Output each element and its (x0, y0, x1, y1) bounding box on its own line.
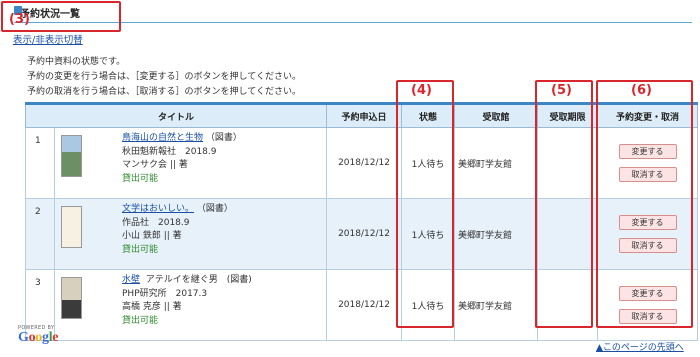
annotation-label-3: (3) (9, 12, 30, 27)
availability-label: 貸出可能 (122, 315, 159, 326)
pickup-library: 美郷町学友館 (454, 269, 539, 341)
author-line: 高橋 克彦 || 著 (122, 302, 182, 312)
book-cell: 文学はおいしい。 （図書） 作品社 2018.9 小山 鉄郎 || 著 貸出可能 (53, 198, 328, 270)
request-date: 2018/12/12 (326, 198, 403, 270)
book-title-link[interactable]: 文学はおいしい。 (122, 204, 194, 214)
book-title-link[interactable]: 水壁 (122, 275, 140, 285)
intro-text: 予約中資料の状態です。 予約の変更を行う場合は、［変更する］のボタンを押してくだ… (27, 55, 301, 100)
annotation-box-4 (396, 80, 454, 328)
book-cell: 鳥海山の自然と生物 （図書） 秋田魁新報社 2018.9 マンサク会 || 著 … (53, 127, 328, 199)
pickup-library: 美郷町学友館 (454, 127, 539, 199)
publisher-line: 秋田魁新報社 2018.9 (122, 146, 217, 157)
header-date: 予約申込日 (326, 102, 403, 128)
pickup-library: 美郷町学友館 (454, 198, 539, 270)
availability-label: 貸出可能 (122, 244, 159, 255)
book-subtitle: アテルイを継ぐ男 (図書) (145, 275, 252, 285)
google-logo: POWERED BY Google (18, 325, 59, 345)
annotation-label-5: (5) (551, 83, 572, 98)
book-title-link[interactable]: 鳥海山の自然と生物 (122, 133, 203, 143)
intro-line: 予約の変更を行う場合は、［変更する］のボタンを押してください。 (27, 72, 301, 82)
publisher-line: PHP研究所 2017.3 (122, 288, 208, 299)
author-line: 小山 鉄郎 || 著 (122, 231, 182, 241)
book-cell: 水壁 アテルイを継ぐ男 (図書) PHP研究所 2017.3 高橋 克彦 || … (53, 269, 328, 341)
row-number: 2 (25, 198, 55, 270)
toggle-display-link[interactable]: 表示/非表示切替 (13, 32, 83, 46)
availability-label: 貸出可能 (122, 173, 159, 184)
annotation-label-6: (6) (631, 83, 652, 98)
book-cover-image[interactable] (61, 206, 82, 248)
annotation-box-6 (596, 80, 693, 328)
intro-line: 予約の取消を行う場合は、［取消する］のボタンを押してください。 (27, 87, 301, 97)
book-format: （図書） (205, 133, 242, 143)
annotation-label-4: (4) (411, 83, 432, 98)
book-format: （図書） (196, 204, 233, 214)
back-to-top-link[interactable]: ▲このページの先頭へ (596, 340, 684, 353)
annotation-box-5 (535, 80, 593, 328)
header-library: 受取館 (454, 102, 539, 128)
intro-line: 予約中資料の状態です。 (27, 57, 126, 67)
row-number: 1 (25, 127, 55, 199)
author-line: マンサク会 || 著 (122, 160, 188, 170)
request-date: 2018/12/12 (326, 269, 403, 341)
publisher-line: 作品社 2018.9 (122, 217, 190, 228)
book-cover-image[interactable] (61, 135, 82, 177)
request-date: 2018/12/12 (326, 127, 403, 199)
book-cover-image[interactable] (61, 277, 82, 319)
header-title: タイトル (24, 102, 328, 128)
google-wordmark: Google (18, 330, 59, 345)
